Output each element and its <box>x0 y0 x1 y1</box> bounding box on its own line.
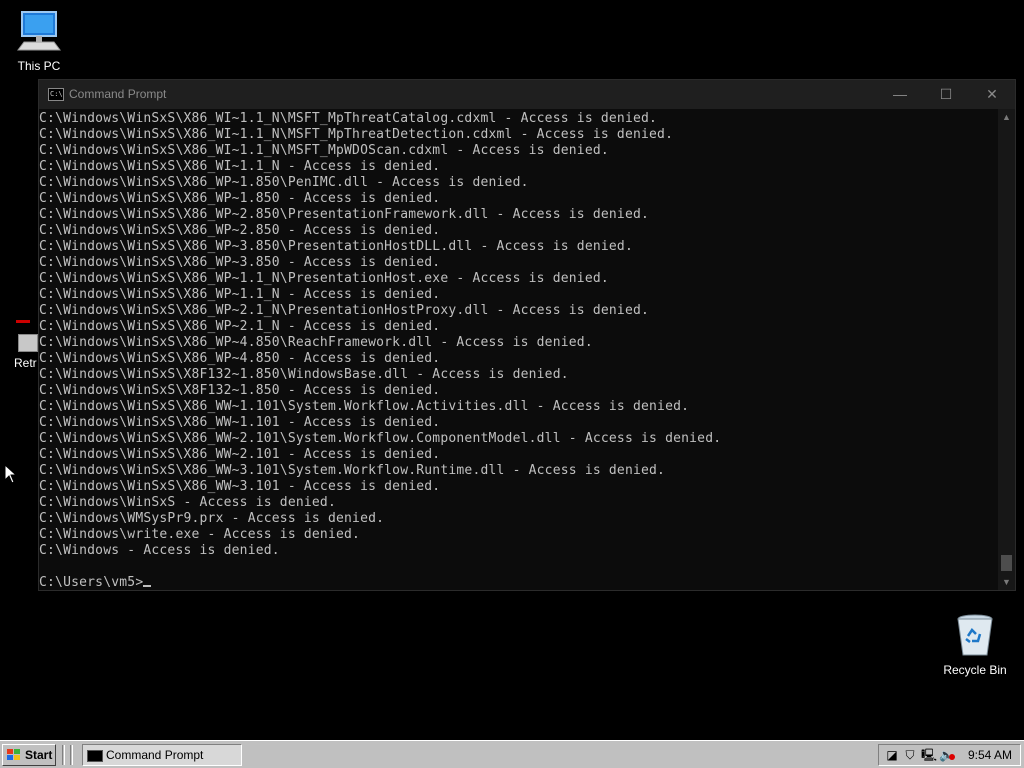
security-shield-icon[interactable]: ⛉ <box>903 748 917 762</box>
system-tray: ◪ ⛉ 🖳 🔈 9:54 AM <box>878 744 1021 766</box>
desktop-icon-label: This PC <box>17 59 61 73</box>
terminal-line: C:\Windows\WinSxS\X86_WI~1.1_N\MSFT_MpTh… <box>39 111 658 126</box>
cmd-app-icon: C:\ <box>48 88 64 101</box>
recycle-bin-icon <box>957 614 993 656</box>
terminal-line: C:\Windows\WinSxS\X86_WP~3.850\Presentat… <box>39 239 633 254</box>
terminal-line: C:\Windows\WMSysPr9.prx - Access is deni… <box>39 511 385 526</box>
terminal-line: C:\Windows\WinSxS\X86_WP~4.850 - Access … <box>39 351 441 366</box>
taskbar-item-command-prompt[interactable]: Command Prompt <box>82 744 242 766</box>
terminal-line: C:\Windows\WinSxS\X86_WW~2.101\System.Wo… <box>39 431 722 446</box>
monitor-network-icon[interactable]: 🖳 <box>921 748 937 762</box>
terminal-line: C:\Windows\WinSxS\X86_WP~2.850\Presentat… <box>39 207 650 222</box>
terminal-text: C:\Windows\WinSxS\X86_WI~1.1_N\MSFT_MpTh… <box>39 109 999 590</box>
mouse-pointer-icon <box>4 464 18 484</box>
terminal-line: C:\Windows\WinSxS\X86_WW~1.101\System.Wo… <box>39 399 690 414</box>
windows-flag-icon <box>7 749 21 761</box>
terminal-line: C:\Users\vm5> <box>39 575 144 590</box>
window-title: Command Prompt <box>69 87 167 101</box>
maximize-button[interactable]: ☐ <box>923 80 969 109</box>
terminal-line: C:\Windows\WinSxS\X8F132~1.850 - Access … <box>39 383 441 398</box>
minimize-icon: — <box>893 86 907 102</box>
terminal-line: C:\Windows\WinSxS\X86_WI~1.1_N\MSFT_MpWD… <box>39 143 609 158</box>
terminal-line: C:\Windows\WinSxS\X86_WP~1.850 - Access … <box>39 191 441 206</box>
terminal-line: C:\Windows\WinSxS\X86_WW~1.101 - Access … <box>39 415 441 430</box>
close-icon: ✕ <box>986 86 998 102</box>
clock[interactable]: 9:54 AM <box>968 748 1012 762</box>
terminal-line: C:\Windows\WinSxS\X86_WP~4.850\ReachFram… <box>39 335 593 350</box>
vertical-scrollbar[interactable]: ▲ ▼ <box>998 109 1015 590</box>
scroll-up-arrow-icon[interactable]: ▲ <box>998 109 1015 125</box>
scroll-down-arrow-icon[interactable]: ▼ <box>998 574 1015 590</box>
start-label: Start <box>25 748 53 762</box>
minimize-button[interactable]: — <box>877 80 923 109</box>
start-button[interactable]: Start <box>2 744 56 766</box>
scrollbar-thumb[interactable] <box>1001 555 1012 571</box>
terminal-line: C:\Windows\WinSxS\X86_WP~1.1_N\Presentat… <box>39 271 609 286</box>
cmd-app-icon <box>87 750 103 762</box>
desktop-icon-recycle-bin[interactable]: Recycle Bin <box>940 612 1010 677</box>
terminal-line: C:\Windows\WinSxS\X86_WP~2.1_N\Presentat… <box>39 303 650 318</box>
terminal-line: C:\Windows\WinSxS\X8F132~1.850\WindowsBa… <box>39 367 569 382</box>
desktop-icon-this-pc[interactable]: This PC <box>10 10 68 73</box>
terminal-line: C:\Windows\WinSxS\X86_WW~3.101\System.Wo… <box>39 463 666 478</box>
desktop-icon-label: Recycle Bin <box>943 663 1007 677</box>
terminal-line: C:\Windows\WinSxS\X86_WW~2.101 - Access … <box>39 447 441 462</box>
network-icon[interactable]: ◪ <box>885 748 899 762</box>
taskbar: Start Command Prompt ◪ ⛉ 🖳 🔈 9:54 AM <box>0 740 1024 768</box>
terminal-line: C:\Windows\WinSxS\X86_WI~1.1_N\MSFT_MpTh… <box>39 127 674 142</box>
app-icon <box>14 320 38 352</box>
terminal-line: C:\Windows\WinSxS\X86_WP~1.1_N - Access … <box>39 287 441 302</box>
terminal-line: C:\Windows\WinSxS - Access is denied. <box>39 495 336 510</box>
maximize-icon: ☐ <box>939 86 953 102</box>
taskbar-item-label: Command Prompt <box>106 748 204 762</box>
command-prompt-window[interactable]: C:\ Command Prompt — ☐ ✕ C:\Windows\WinS… <box>38 79 1016 591</box>
terminal-line: C:\Windows\WinSxS\X86_WP~1.850\PenIMC.dl… <box>39 175 529 190</box>
computer-icon <box>17 11 61 51</box>
close-button[interactable]: ✕ <box>969 80 1015 109</box>
terminal-line: C:\Windows\WinSxS\X86_WP~3.850 - Access … <box>39 255 441 270</box>
taskbar-divider <box>62 745 65 765</box>
taskbar-divider <box>70 745 73 765</box>
terminal-line: C:\Windows\write.exe - Access is denied. <box>39 527 361 542</box>
terminal-line: C:\Windows - Access is denied. <box>39 543 280 558</box>
status-dot-icon <box>949 754 955 760</box>
terminal-line: C:\Windows\WinSxS\X86_WI~1.1_N - Access … <box>39 159 441 174</box>
terminal-output[interactable]: C:\Windows\WinSxS\X86_WI~1.1_N\MSFT_MpTh… <box>39 109 999 590</box>
terminal-line: C:\Windows\WinSxS\X86_WP~2.850 - Access … <box>39 223 441 238</box>
window-titlebar[interactable]: C:\ Command Prompt — ☐ ✕ <box>39 80 1015 109</box>
terminal-line: C:\Windows\WinSxS\X86_WP~2.1_N - Access … <box>39 319 441 334</box>
text-cursor <box>143 585 152 587</box>
terminal-line: C:\Windows\WinSxS\X86_WW~3.101 - Access … <box>39 479 441 494</box>
